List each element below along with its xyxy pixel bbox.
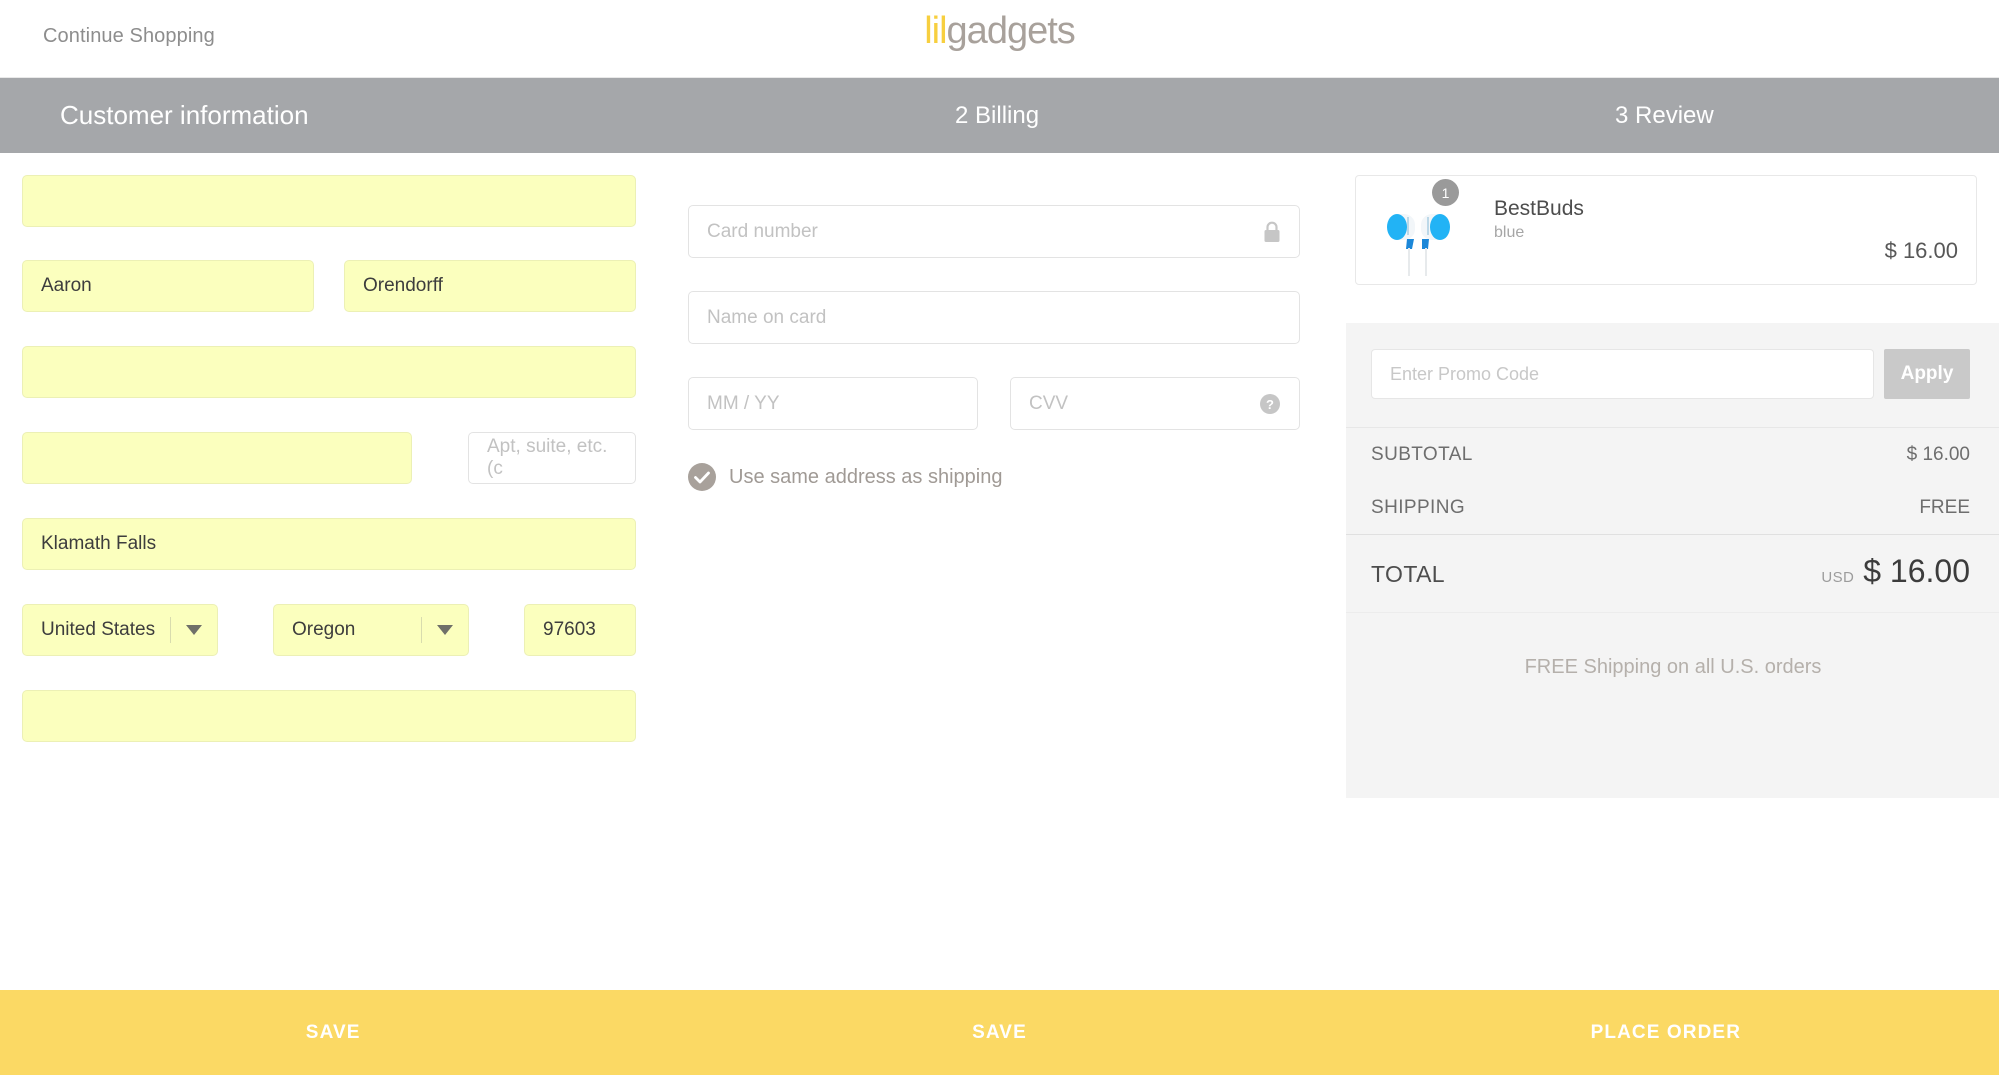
free-shipping-note: FREE Shipping on all U.S. orders	[1346, 612, 1999, 798]
total-value: $ 16.00	[1863, 553, 1970, 589]
total-currency: USD	[1821, 569, 1855, 586]
step-customer-information[interactable]: Customer information	[60, 78, 309, 153]
city-value: Klamath Falls	[41, 533, 157, 554]
name-on-card-placeholder: Name on card	[707, 306, 827, 328]
promo-code-input[interactable]: Enter Promo Code	[1371, 349, 1874, 399]
top-bar: Continue Shopping lilgadgets	[0, 0, 1999, 78]
country-value: United States	[41, 619, 156, 640]
phone-field[interactable]	[22, 690, 636, 742]
customer-information-column: Aaron Orendorff Apt, suite, etc. (c Klam…	[0, 153, 665, 985]
save-customer-button[interactable]: SAVE	[0, 990, 666, 1075]
logo-text-secondary: gadgets	[946, 10, 1076, 52]
address-field[interactable]	[22, 432, 412, 484]
product-price: $ 16.00	[1884, 238, 1958, 263]
summary-row-shipping: SHIPPING FREE	[1346, 481, 1999, 534]
total-amount-group: USD $ 16.00	[1821, 553, 1970, 590]
checkout-steps-bar: Customer information 2 Billing 3 Review	[0, 78, 1999, 153]
summary-row-total: TOTAL USD $ 16.00	[1346, 534, 1999, 612]
save-billing-label: SAVE	[972, 1021, 1027, 1043]
shipping-value: FREE	[1919, 496, 1970, 518]
apartment-field[interactable]: Apt, suite, etc. (c	[468, 432, 636, 484]
last-name-value: Orendorff	[363, 275, 443, 296]
card-number-placeholder: Card number	[707, 220, 818, 242]
step-billing-label: 2 Billing	[955, 101, 1040, 129]
place-order-button[interactable]: PLACE ORDER	[1333, 990, 1999, 1075]
summary-row-subtotal: SUBTOTAL $ 16.00	[1346, 428, 1999, 481]
step-customer-information-label: Customer information	[60, 100, 309, 130]
step-review-label: 3 Review	[1615, 101, 1714, 129]
review-column: 1 BestBuds blue $ 16.00 Enter Promo Code…	[1332, 153, 1999, 985]
svg-text:?: ?	[1266, 397, 1274, 412]
lock-icon	[1263, 221, 1281, 243]
state-select[interactable]: Oregon	[273, 604, 469, 656]
step-review[interactable]: 3 Review	[1615, 78, 1714, 153]
place-order-label: PLACE ORDER	[1590, 1021, 1742, 1043]
order-summary: Enter Promo Code Apply SUBTOTAL $ 16.00 …	[1346, 323, 1999, 798]
product-variant: blue	[1494, 224, 1525, 241]
totals-list: SUBTOTAL $ 16.00 SHIPPING FREE	[1346, 427, 1999, 534]
email-field[interactable]	[22, 175, 636, 227]
product-name: BestBuds	[1494, 197, 1584, 220]
name-on-card-field[interactable]: Name on card	[688, 291, 1300, 344]
apply-promo-button[interactable]: Apply	[1884, 349, 1970, 399]
apartment-placeholder: Apt, suite, etc. (c	[487, 436, 608, 479]
card-cvv-placeholder: CVV	[1029, 392, 1069, 414]
last-name-field[interactable]: Orendorff	[344, 260, 636, 312]
save-customer-label: SAVE	[305, 1021, 361, 1043]
promo-code-placeholder: Enter Promo Code	[1390, 363, 1540, 384]
zip-field[interactable]: 97603	[524, 604, 636, 656]
card-cvv-field[interactable]: CVV ?	[1010, 377, 1300, 430]
use-same-address-label: Use same address as shipping	[729, 465, 1003, 488]
total-label: TOTAL	[1371, 561, 1445, 587]
use-same-address-checkbox[interactable]: Use same address as shipping	[688, 463, 1002, 491]
step-billing[interactable]: 2 Billing	[955, 78, 1039, 153]
chevron-down-icon[interactable]	[422, 625, 468, 635]
country-select[interactable]: United States	[22, 604, 218, 656]
logo-text-primary: lil	[924, 10, 947, 52]
card-expiry-placeholder: MM / YY	[707, 392, 780, 414]
company-field[interactable]	[22, 346, 636, 398]
save-billing-button[interactable]: SAVE	[666, 990, 1332, 1075]
quantity-badge: 1	[1432, 179, 1459, 206]
check-icon	[688, 463, 716, 491]
apply-promo-label: Apply	[1900, 363, 1954, 384]
card-number-field[interactable]: Card number	[688, 205, 1300, 258]
site-logo[interactable]: lilgadgets	[924, 10, 1076, 53]
promo-code-section: Enter Promo Code Apply	[1346, 323, 1999, 427]
state-value: Oregon	[292, 619, 356, 640]
subtotal-value: $ 16.00	[1906, 443, 1970, 465]
zip-value: 97603	[543, 619, 596, 640]
help-icon[interactable]: ?	[1259, 393, 1281, 415]
chevron-down-icon[interactable]	[171, 625, 217, 635]
city-field[interactable]: Klamath Falls	[22, 518, 636, 570]
shipping-label: SHIPPING	[1371, 496, 1465, 518]
order-item: 1 BestBuds blue $ 16.00	[1355, 175, 1977, 285]
billing-column: Card number Name on card MM / YY CVV ? U	[665, 153, 1332, 985]
subtotal-label: SUBTOTAL	[1371, 443, 1473, 465]
action-bar: SAVE SAVE PLACE ORDER	[0, 990, 1999, 1075]
continue-shopping-link[interactable]: Continue Shopping	[43, 25, 215, 48]
card-expiry-field[interactable]: MM / YY	[688, 377, 978, 430]
first-name-field[interactable]: Aaron	[22, 260, 314, 312]
first-name-value: Aaron	[41, 275, 92, 296]
